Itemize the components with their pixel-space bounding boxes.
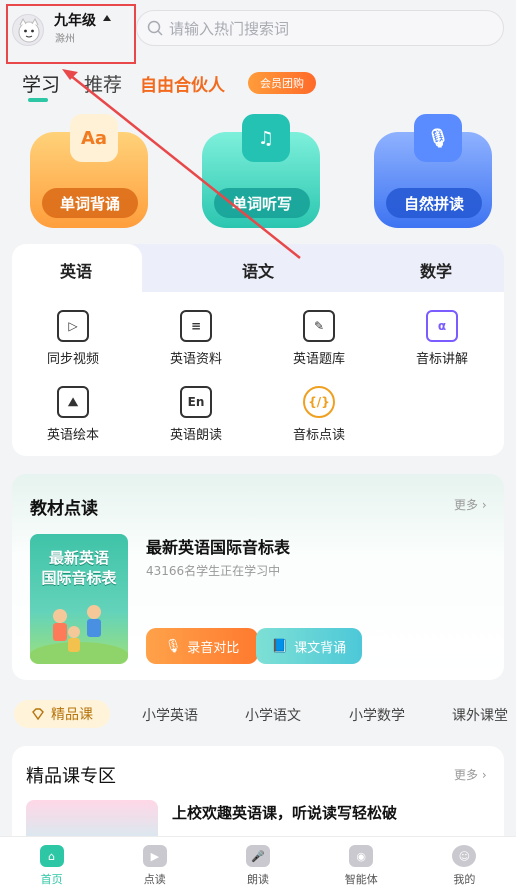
active-tab-indicator (28, 98, 48, 102)
tab-math[interactable]: 数学 (420, 258, 452, 282)
cover-title: 最新英语 国际音标表 (30, 548, 128, 588)
nav-label: 首页 (40, 873, 63, 886)
tile-label: 单词听写 (214, 188, 310, 218)
textbook-more-link[interactable]: 更多 › (454, 496, 487, 513)
tab-partner[interactable]: 自由合伙人 (140, 71, 225, 96)
text-recite-button[interactable]: 📘 课文背诵 (256, 628, 362, 664)
grid-item-english-materials[interactable]: ≡ 英语资料 (141, 310, 251, 367)
tile-word-dictation[interactable]: ♫ 单词听写 (202, 114, 320, 228)
nav-label: 点读 (143, 873, 166, 886)
tab-chinese[interactable]: 语文 (242, 258, 274, 282)
diamond-icon (32, 708, 44, 721)
nav-label: 我的 (453, 873, 476, 886)
quiz-icon: ✎ (303, 310, 335, 342)
text-recite-label: 课文背诵 (294, 640, 347, 656)
course-tab-primary-math[interactable]: 小学数学 (349, 705, 405, 725)
grid-label: 英语朗读 (169, 428, 222, 443)
tile-phonics[interactable]: 🎙 自然拼读 (374, 114, 492, 228)
search-icon (147, 20, 163, 36)
cover-illustration (30, 605, 128, 664)
nav-home[interactable]: ⌂ 首页 (0, 837, 103, 893)
course-tab-extracurricular[interactable]: 课外课堂 (452, 705, 508, 725)
tab-recommend[interactable]: 推荐 (84, 70, 122, 97)
annotation-highlight-box (6, 4, 136, 64)
grid-item-picture-book[interactable]: ⛰ 英语绘本 (18, 386, 128, 443)
tab-learn[interactable]: 学习 (22, 70, 60, 97)
nav-label: 朗读 (247, 873, 269, 886)
profile-icon: ☺ (452, 845, 477, 867)
textbook-section-title: 教材点读 (30, 499, 98, 519)
search-input[interactable]: 请输入热门搜索词 (169, 18, 289, 39)
play-icon: ▶ (142, 845, 167, 867)
microphone-icon: 🎙 (414, 114, 462, 162)
picture-book-icon: ⛰ (57, 386, 89, 418)
course-tab-primary-english[interactable]: 小学英语 (142, 705, 198, 725)
record-compare-button[interactable]: 🎙 录音对比 (146, 628, 258, 664)
tile-word-recite[interactable]: Aa 单词背诵 (30, 114, 148, 228)
grid-label: 音标点读 (292, 428, 345, 443)
nav-agent[interactable]: ◉ 智能体 (310, 837, 413, 893)
learner-count: 43166名学生正在学习中 (146, 564, 281, 578)
headphones-icon: ♫ (242, 114, 290, 162)
book-title[interactable]: 最新英语国际音标表 (146, 534, 290, 558)
grid-label: 英语资料 (169, 352, 222, 367)
bottom-nav: ⌂ 首页 ▶ 点读 🎤 朗读 ◉ 智能体 ☺ 我的 (0, 836, 516, 893)
search-bar[interactable]: 请输入热门搜索词 (136, 10, 504, 46)
microphone-icon: 🎤 (246, 845, 270, 867)
cover-line-1: 最新英语 (48, 549, 109, 567)
mic-icon: 🎙 (164, 638, 182, 654)
course-tab-premium[interactable]: 精品课 (14, 700, 110, 728)
subject-card: 英语 语文 数学 ▷ 同步视频 ≡ 英语资料 ✎ 英语题库 α 音标讲解 ⛰ 英… (12, 244, 504, 456)
nav-mine[interactable]: ☺ 我的 (413, 837, 516, 893)
cover-line-2: 国际音标表 (41, 569, 117, 587)
grid-item-phonetic-lecture[interactable]: α 音标讲解 (387, 310, 497, 367)
video-icon: ▷ (57, 310, 89, 342)
alpha-icon: α (426, 310, 458, 342)
grid-label: 音标讲解 (415, 352, 468, 367)
document-icon: ≡ (180, 310, 212, 342)
tile-label: 自然拼读 (386, 188, 482, 218)
book-cover[interactable]: 最新英语 国际音标表 (30, 534, 128, 664)
record-compare-label: 录音对比 (187, 640, 240, 656)
grid-item-phonetic-reading[interactable]: {/} 音标点读 (264, 386, 374, 443)
course-title[interactable]: 上校欢趣英语课，听说读写轻松破 (172, 802, 397, 823)
grid-label: 英语题库 (292, 352, 345, 367)
premium-more-link[interactable]: 更多 › (454, 766, 487, 783)
grid-item-sync-video[interactable]: ▷ 同步视频 (18, 310, 128, 367)
code-icon: {/} (303, 386, 335, 418)
nav-label: 智能体 (344, 873, 378, 886)
tab-english[interactable]: 英语 (60, 258, 92, 282)
premium-section-title: 精品课专区 (26, 766, 116, 787)
word-card-icon: Aa (70, 114, 118, 162)
grid-item-english-reading[interactable]: En 英语朗读 (141, 386, 251, 443)
group-buy-badge[interactable]: 会员团购 (248, 72, 316, 94)
nav-read-aloud[interactable]: 🎤 朗读 (206, 837, 309, 893)
nav-click-read[interactable]: ▶ 点读 (103, 837, 206, 893)
course-tab-label: 精品课 (51, 707, 93, 723)
home-icon: ⌂ (39, 845, 64, 867)
book-icon: 📘 (271, 638, 289, 654)
agent-icon: ◉ (349, 845, 374, 867)
tile-label: 单词背诵 (42, 188, 138, 218)
textbook-card: 教材点读 更多 › 最新英语 国际音标表 最新英语国际音标表 43166名学生正… (12, 474, 504, 680)
grid-item-question-bank[interactable]: ✎ 英语题库 (264, 310, 374, 367)
en-mic-icon: En (180, 386, 212, 418)
course-tab-primary-chinese[interactable]: 小学语文 (245, 705, 301, 725)
grid-label: 英语绘本 (46, 428, 99, 443)
grid-label: 同步视频 (46, 352, 99, 367)
